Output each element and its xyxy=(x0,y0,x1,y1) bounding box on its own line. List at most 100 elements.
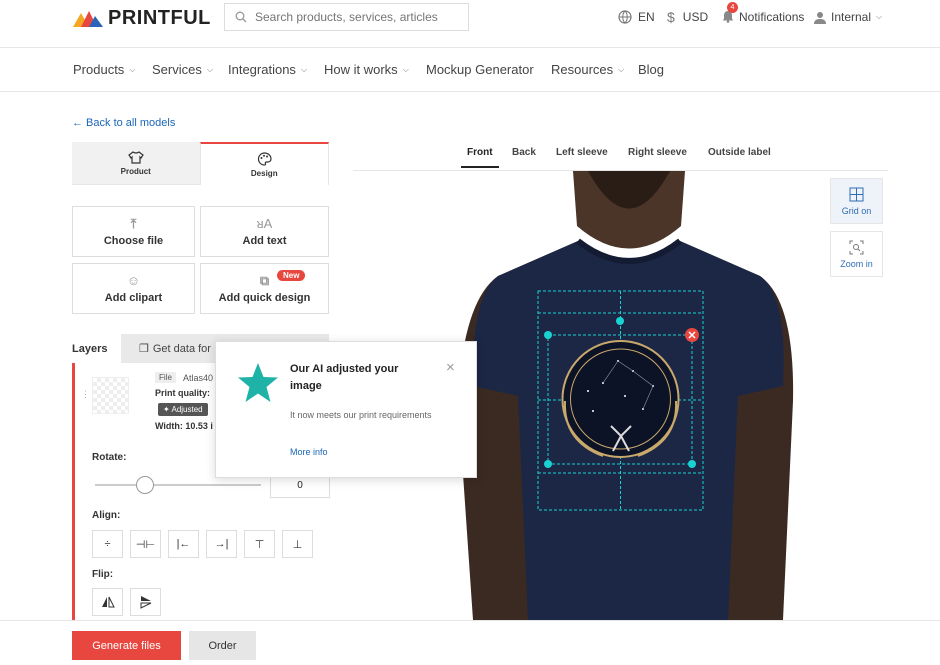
align-label: Align: xyxy=(92,510,121,521)
align-right-button[interactable]: →| xyxy=(206,530,237,558)
align-center-vertical-button[interactable]: ÷ xyxy=(92,530,123,558)
tab-back[interactable]: Back xyxy=(512,147,536,158)
main-nav: Products ⌵ Services ⌵ Integrations ⌵ How it… xyxy=(0,48,940,92)
editor-tabs: Product Design xyxy=(72,142,329,185)
copy-icon: ❐ xyxy=(139,343,149,355)
notifications-label: Notifications xyxy=(739,10,805,24)
quick-design-icon: ⧉ xyxy=(259,272,270,288)
align-hcenter-icon: ⊣⊢ xyxy=(135,538,156,551)
nav-label: Products xyxy=(73,62,125,77)
chevron-down-icon: ⌵ xyxy=(206,64,213,74)
rotate-slider-thumb[interactable] xyxy=(135,476,154,494)
search-input[interactable] xyxy=(255,10,445,24)
flip-horizontal-icon xyxy=(101,596,115,608)
nav-label: Integrations xyxy=(228,62,296,77)
chevron-down-icon: ⌵ xyxy=(402,64,409,74)
currency-selector[interactable]: $ USD xyxy=(667,8,708,26)
tile-label: Add text xyxy=(242,234,287,247)
file-tag: File xyxy=(155,372,176,383)
align-right-icon: →| xyxy=(214,538,229,550)
upload-icon: ⤒ xyxy=(130,215,137,231)
tab-outside-label[interactable]: Outside label xyxy=(708,147,771,158)
printful-logo[interactable]: PRINTFUL xyxy=(73,7,211,30)
text-icon: ᴚA xyxy=(256,215,273,231)
chevron-down-icon: ⌵ xyxy=(618,64,625,74)
tab-front[interactable]: Front xyxy=(461,147,499,168)
align-top-button[interactable]: ⊤ xyxy=(244,530,275,558)
zoom-in-label: Zoom in xyxy=(840,258,873,269)
account-menu[interactable]: Internal ⌵ xyxy=(814,8,882,26)
file-name: Atlas40 xyxy=(183,373,214,383)
nav-label: How it works xyxy=(324,62,398,77)
view-tabs: Front Back Left sleeve Right sleeve Outs… xyxy=(353,147,888,171)
zoom-in-button[interactable]: Zoom in xyxy=(830,231,883,277)
chevron-down-icon: ⌵ xyxy=(300,64,308,74)
layer-thumbnail[interactable] xyxy=(92,377,129,414)
nav-mockup-generator[interactable]: Mockup Generator xyxy=(426,62,534,77)
align-left-button[interactable]: |← xyxy=(168,530,199,558)
language-selector[interactable]: EN xyxy=(618,8,655,26)
add-text-button[interactable]: ᴚA Add text xyxy=(200,206,329,257)
align-left-icon: |← xyxy=(176,538,191,550)
add-quick-design-button[interactable]: ⧉ New Add quick design xyxy=(200,263,329,314)
grid-toggle-label: Grid on xyxy=(841,205,872,216)
product-mockup xyxy=(453,171,803,620)
tab-design[interactable]: Design xyxy=(199,142,329,185)
atlas-design-artwork[interactable] xyxy=(561,340,680,458)
grid-toggle-button[interactable]: Grid on xyxy=(830,178,883,224)
align-center-horizontal-button[interactable]: ⊣⊢ xyxy=(130,530,161,558)
nav-label: Blog xyxy=(638,62,665,77)
account-label: Internal xyxy=(831,10,872,24)
tab-right-sleeve[interactable]: Right sleeve xyxy=(628,147,687,158)
tile-label: Add quick design xyxy=(218,291,311,304)
choose-file-button[interactable]: ⤒ Choose file xyxy=(72,206,195,257)
nav-label: Mockup Generator xyxy=(426,62,534,77)
brand-name: PRINTFUL xyxy=(108,7,211,29)
dollar-icon: $ xyxy=(667,9,675,25)
align-bottom-button[interactable]: ⊥ xyxy=(282,530,313,558)
notifications-button[interactable]: 4 Notifications xyxy=(721,2,805,26)
search-box[interactable] xyxy=(224,3,469,31)
nav-integrations[interactable]: Integrations ⌵ xyxy=(228,62,307,77)
width-value: Width: 10.53 i xyxy=(155,421,213,431)
currency-label: USD xyxy=(682,10,709,24)
smiley-icon: ☺ xyxy=(126,272,141,288)
flip-vertical-button[interactable] xyxy=(130,588,161,616)
adjusted-badge[interactable]: ✦ Adjusted xyxy=(158,403,208,416)
bottom-bar: Generate files Order xyxy=(0,620,940,665)
popup-body: It now meets our print requirements xyxy=(290,410,432,420)
shirt-icon xyxy=(127,150,144,164)
order-button[interactable]: Order xyxy=(189,631,256,660)
globe-icon xyxy=(618,10,632,24)
tile-label: Choose file xyxy=(103,234,164,247)
more-info-link[interactable]: More info xyxy=(290,447,328,457)
tab-left-sleeve[interactable]: Left sleeve xyxy=(556,147,608,158)
nav-label: Services xyxy=(152,62,202,77)
chevron-down-icon: ⌵ xyxy=(129,64,136,74)
ai-adjusted-popup: Our AI adjusted your image × It now meet… xyxy=(215,341,477,478)
nav-how-it-works[interactable]: How it works ⌵ xyxy=(324,62,409,77)
drag-handle-icon[interactable]: ⋮ xyxy=(81,389,90,400)
back-to-models-link[interactable]: ← Back to all models xyxy=(72,117,175,129)
top-bar: PRINTFUL EN $ USD 4 Notifications Intern… xyxy=(0,0,940,48)
add-clipart-button[interactable]: ☺ Add clipart xyxy=(72,263,195,314)
popup-title: Our AI adjusted your image xyxy=(290,363,399,392)
layers-tab[interactable]: Layers xyxy=(72,334,121,363)
rotate-label: Rotate: xyxy=(92,452,127,463)
nav-products[interactable]: Products ⌵ xyxy=(73,62,135,77)
get-data-label: Get data for xyxy=(152,342,211,355)
search-icon xyxy=(235,11,247,23)
logo-mark-icon xyxy=(73,10,103,27)
nav-resources[interactable]: Resources ⌵ xyxy=(551,62,624,77)
nav-blog[interactable]: Blog xyxy=(638,62,664,77)
tab-product[interactable]: Product xyxy=(72,142,200,185)
flip-horizontal-button[interactable] xyxy=(92,588,123,616)
generate-files-button[interactable]: Generate files xyxy=(72,631,181,660)
nav-services[interactable]: Services ⌵ xyxy=(152,62,213,77)
align-vcenter-icon: ÷ xyxy=(104,538,111,550)
tab-label: Product xyxy=(120,166,151,176)
close-icon[interactable]: × xyxy=(446,359,455,376)
rotate-slider-track[interactable] xyxy=(95,476,261,494)
print-quality-label: Print quality: xyxy=(155,388,211,398)
user-icon xyxy=(814,11,826,24)
